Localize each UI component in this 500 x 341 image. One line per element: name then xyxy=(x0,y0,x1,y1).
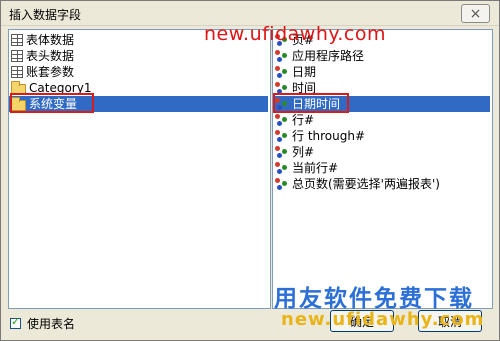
field-icon xyxy=(275,145,289,159)
field-icon xyxy=(275,161,289,175)
field-icon xyxy=(275,129,289,143)
watermark-url-bottom: new.ufidawhy.com xyxy=(281,309,485,330)
field-item-label: 日期 xyxy=(292,65,317,79)
field-icon xyxy=(275,65,289,79)
field-item-label: 行# xyxy=(292,113,315,127)
field-item-label: 当前行# xyxy=(292,161,339,175)
field-item-label: 列# xyxy=(292,145,315,159)
watermark-url-top: new.ufidawhy.com xyxy=(204,23,387,45)
table-icon xyxy=(11,66,23,78)
field-list[interactable]: 页# 应用程序路径 日期 时间 日期时间 行# 行 through# 列# 当前… xyxy=(272,29,493,309)
use-table-name-label: 使用表名 xyxy=(27,317,76,331)
table-icon xyxy=(11,50,23,62)
list-item-body-data[interactable]: 表体数据 xyxy=(11,32,74,48)
close-icon: × xyxy=(469,5,482,22)
field-item-row[interactable]: 行# xyxy=(275,112,314,128)
list-item-header-data[interactable]: 表头数据 xyxy=(11,48,74,64)
highlight-box-datetime xyxy=(273,93,349,113)
list-item-label: 表头数据 xyxy=(26,49,75,63)
data-source-list[interactable]: 表体数据 表头数据 账套参数 Category1 系统变量 xyxy=(8,29,271,309)
field-item-label: 总页数(需要选择'两遍报表') xyxy=(292,177,440,191)
field-item-total-pages[interactable]: 总页数(需要选择'两遍报表') xyxy=(275,176,440,192)
field-icon xyxy=(275,113,289,127)
watermark-title: 用友软件免费下载 xyxy=(274,286,474,312)
close-button[interactable]: × xyxy=(461,4,490,23)
use-table-name-checkbox[interactable] xyxy=(10,315,21,329)
field-icon xyxy=(275,177,289,191)
field-item-column[interactable]: 列# xyxy=(275,144,314,160)
list-item-label: 账套参数 xyxy=(26,65,75,79)
dialog-title: 插入数据字段 xyxy=(9,8,82,22)
field-item-row-through[interactable]: 行 through# xyxy=(275,128,365,144)
table-icon xyxy=(11,34,23,46)
field-item-date[interactable]: 日期 xyxy=(275,64,316,80)
field-item-current-row[interactable]: 当前行# xyxy=(275,160,338,176)
field-item-app-path[interactable]: 应用程序路径 xyxy=(275,48,364,64)
highlight-box-system-variables xyxy=(10,93,94,113)
use-table-name-option[interactable]: 使用表名 xyxy=(10,315,75,332)
field-item-label: 应用程序路径 xyxy=(292,49,365,63)
field-icon xyxy=(275,49,289,63)
insert-data-field-dialog: 插入数据字段 × 表体数据 表头数据 账套参数 Category1 系统变量 页… xyxy=(0,0,500,341)
field-item-label: 行 through# xyxy=(292,129,366,143)
list-item-label: 表体数据 xyxy=(26,33,75,47)
list-item-account-params[interactable]: 账套参数 xyxy=(11,64,74,80)
